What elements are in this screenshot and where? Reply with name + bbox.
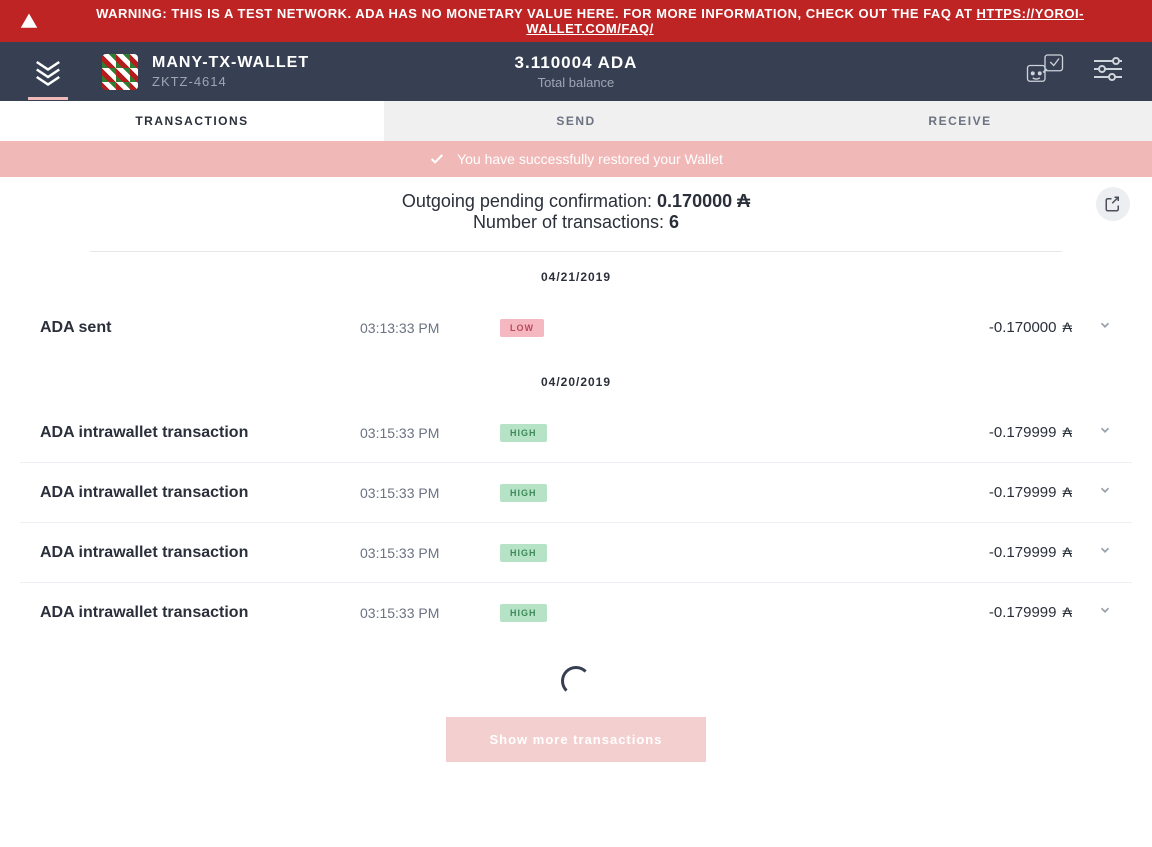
trezor-icon <box>1024 52 1066 86</box>
table-row[interactable]: ADA sent 03:13:33 PM LOW -0.170000 ₳ <box>20 298 1132 357</box>
tx-time: 03:15:33 PM <box>360 485 500 501</box>
tx-group: ADA intrawallet transaction 03:15:33 PM … <box>0 403 1152 642</box>
notice-text: You have successfully restored your Wall… <box>457 151 723 167</box>
export-icon <box>1104 195 1122 213</box>
wallet-identicon <box>102 54 138 90</box>
restore-notice: You have successfully restored your Wall… <box>0 141 1152 177</box>
tx-count-value: 6 <box>669 212 679 232</box>
tx-group: ADA sent 03:13:33 PM LOW -0.170000 ₳ <box>0 298 1152 357</box>
tx-title: ADA intrawallet transaction <box>40 544 360 562</box>
assurance-badge: HIGH <box>500 604 547 622</box>
spinner-icon <box>561 666 591 696</box>
wallet-tabs: TRANSACTIONS SEND RECEIVE <box>0 101 1152 141</box>
table-row[interactable]: ADA intrawallet transaction 03:15:33 PM … <box>20 582 1132 642</box>
balance-block: 3.110004 ADA Total balance <box>515 53 638 90</box>
expand-toggle[interactable] <box>1072 543 1112 562</box>
table-row[interactable]: ADA intrawallet transaction 03:15:33 PM … <box>20 403 1132 462</box>
tx-count-label: Number of transactions: <box>473 212 669 232</box>
expand-toggle[interactable] <box>1072 423 1112 442</box>
pending-value: 0.170000 <box>657 191 732 211</box>
settings-icon[interactable] <box>1092 56 1124 87</box>
tab-send[interactable]: SEND <box>384 101 768 141</box>
pending-label: Outgoing pending confirmation: <box>402 191 657 211</box>
wallet-subid: ZKTZ-4614 <box>152 74 309 89</box>
chevron-down-icon <box>1098 483 1112 497</box>
loading-spinner <box>0 642 1152 717</box>
tx-title: ADA intrawallet transaction <box>40 484 360 502</box>
assurance-badge: HIGH <box>500 544 547 562</box>
table-row[interactable]: ADA intrawallet transaction 03:15:33 PM … <box>20 462 1132 522</box>
chevron-down-icon <box>1098 318 1112 332</box>
yoroi-logo-icon <box>33 57 63 87</box>
expand-toggle[interactable] <box>1072 318 1112 337</box>
assurance-badge: HIGH <box>500 424 547 442</box>
wallet-selector[interactable]: MANY-TX-WALLET ZKTZ-4614 <box>102 54 309 90</box>
tx-amount: -0.179999 ₳ <box>912 424 1072 441</box>
export-button[interactable] <box>1096 187 1130 221</box>
warning-text: WARNING: THIS IS A TEST NETWORK. ADA HAS… <box>96 6 976 21</box>
tx-amount: -0.179999 ₳ <box>912 604 1072 621</box>
balance-label: Total balance <box>515 75 638 90</box>
tx-amount: -0.170000 ₳ <box>912 319 1072 336</box>
sliders-icon <box>1092 56 1124 82</box>
hardware-wallet-icon[interactable] <box>1024 52 1066 91</box>
tx-amount: -0.179999 ₳ <box>912 544 1072 561</box>
show-more-button[interactable]: Show more transactions <box>446 717 707 762</box>
assurance-badge: LOW <box>500 319 544 337</box>
date-heading: 04/20/2019 <box>0 357 1152 403</box>
tx-title: ADA intrawallet transaction <box>40 424 360 442</box>
tx-time: 03:15:33 PM <box>360 425 500 441</box>
app-logo[interactable] <box>28 60 68 100</box>
wallet-name: MANY-TX-WALLET <box>152 54 309 72</box>
expand-toggle[interactable] <box>1072 603 1112 622</box>
chevron-down-icon <box>1098 423 1112 437</box>
date-heading: 04/21/2019 <box>0 252 1152 298</box>
tx-title: ADA sent <box>40 319 360 337</box>
ada-symbol: ₳ <box>737 191 750 211</box>
chevron-down-icon <box>1098 603 1112 617</box>
check-icon <box>429 151 445 167</box>
tx-time: 03:15:33 PM <box>360 545 500 561</box>
total-balance: 3.110004 ADA <box>515 53 638 73</box>
tab-transactions[interactable]: TRANSACTIONS <box>0 101 384 141</box>
assurance-badge: HIGH <box>500 484 547 502</box>
tx-time: 03:13:33 PM <box>360 320 500 336</box>
warning-banner: WARNING: THIS IS A TEST NETWORK. ADA HAS… <box>0 0 1152 42</box>
app-header: MANY-TX-WALLET ZKTZ-4614 3.110004 ADA To… <box>0 42 1152 101</box>
tx-summary: Outgoing pending confirmation: 0.170000 … <box>0 177 1152 251</box>
tab-receive[interactable]: RECEIVE <box>768 101 1152 141</box>
chevron-down-icon <box>1098 543 1112 557</box>
tx-title: ADA intrawallet transaction <box>40 604 360 622</box>
tx-amount: -0.179999 ₳ <box>912 484 1072 501</box>
warning-icon <box>20 12 38 30</box>
table-row[interactable]: ADA intrawallet transaction 03:15:33 PM … <box>20 522 1132 582</box>
expand-toggle[interactable] <box>1072 483 1112 502</box>
tx-time: 03:15:33 PM <box>360 605 500 621</box>
